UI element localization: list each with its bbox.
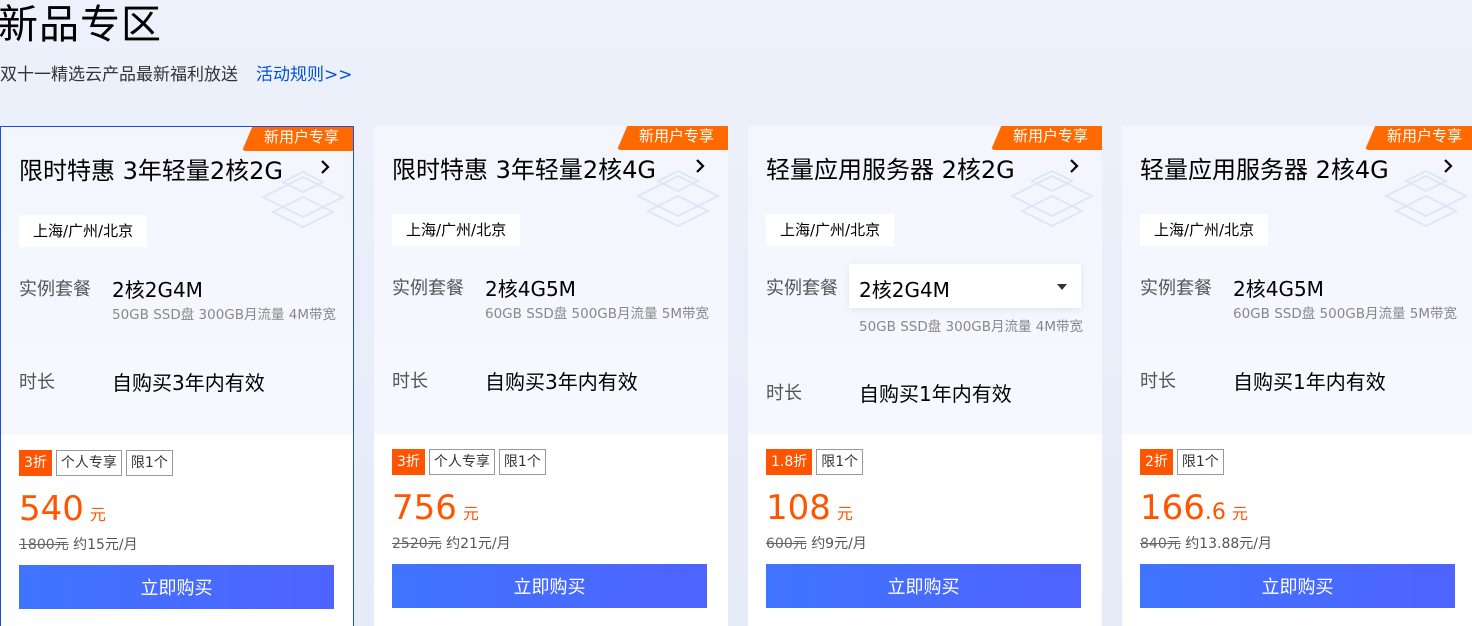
chevron-right-icon[interactable] <box>1066 156 1082 176</box>
monthly-price: 约9元/月 <box>811 536 867 552</box>
card-title[interactable]: 轻量应用服务器 2核2G <box>766 150 1015 185</box>
product-card-3: 新用户专享 轻量应用服务器 2核2G 上海/广州/北京 实例套餐 2核2G4M … <box>748 126 1102 626</box>
original-price: 2520元 <box>392 536 442 552</box>
price-integer: 108 <box>766 488 831 528</box>
original-price: 840元 <box>1140 536 1181 552</box>
product-card-2: 新用户专享 限时特惠 3年轻量2核4G 上海/广州/北京 实例套餐 2核4G5M… <box>374 126 728 626</box>
duration-label: 时长 <box>19 372 55 393</box>
tag-group: 3折 个人专享 限1个 <box>19 450 173 476</box>
duration-label: 时长 <box>1140 371 1176 392</box>
discount-tag: 1.8折 <box>766 449 813 475</box>
limit-tag: 限1个 <box>125 450 173 476</box>
new-user-badge: 新用户专享 <box>241 127 353 151</box>
region-tag: 上海/广州/北京 <box>19 215 148 247</box>
spec-label: 实例套餐 <box>1140 278 1212 299</box>
personal-only-tag: 个人专享 <box>428 449 495 475</box>
subtitle-row: 双十一精选云产品最新福利放送 活动规则>> <box>0 60 353 85</box>
monthly-price: 约15元/月 <box>73 537 138 553</box>
chevron-right-icon[interactable] <box>317 157 333 177</box>
card-title[interactable]: 限时特惠 3年轻量2核2G <box>19 151 283 186</box>
duration-value: 自购买3年内有效 <box>485 370 638 394</box>
discount-tag: 3折 <box>392 449 425 475</box>
buy-now-button[interactable]: 立即购买 <box>392 564 707 608</box>
spec-description: 50GB SSD盘 300GB月流量 4M带宽 <box>859 319 1084 335</box>
price-integer: 166 <box>1140 488 1205 528</box>
spec-description: 50GB SSD盘 300GB月流量 4M带宽 <box>112 307 337 323</box>
spec-description: 60GB SSD盘 500GB月流量 5M带宽 <box>485 306 710 322</box>
duration-label: 时长 <box>392 371 428 392</box>
tag-group: 1.8折 限1个 <box>766 449 864 475</box>
price: 756 元 <box>392 488 479 528</box>
card-title[interactable]: 轻量应用服务器 2核4G <box>1140 150 1389 185</box>
product-card-4: 新用户专享 轻量应用服务器 2核4G 上海/广州/北京 实例套餐 2核4G5M … <box>1122 126 1472 626</box>
package-select-value: 2核2G4M <box>859 278 950 302</box>
original-price: 1800元 <box>19 537 69 553</box>
buy-now-button[interactable]: 立即购买 <box>766 564 1081 608</box>
duration-value: 自购买3年内有效 <box>112 371 265 395</box>
new-user-badge: 新用户专享 <box>990 126 1102 150</box>
price-unit: 元 <box>89 505 106 524</box>
discount-tag: 2折 <box>1140 449 1173 475</box>
spec-label: 实例套餐 <box>19 279 91 300</box>
price-unit: 元 <box>462 504 479 523</box>
monthly-price: 约13.88元/月 <box>1185 536 1272 552</box>
page-title: 新品专区 <box>0 2 162 48</box>
package-select[interactable]: 2核2G4M <box>849 264 1081 308</box>
spec-label: 实例套餐 <box>766 278 838 299</box>
region-tag: 上海/广州/北京 <box>1140 214 1269 246</box>
limit-tag: 限1个 <box>498 449 546 475</box>
spec-label: 实例套餐 <box>392 278 464 299</box>
spec-value: 2核2G4M <box>112 278 203 302</box>
discount-tag: 3折 <box>19 450 52 476</box>
tag-group: 2折 限1个 <box>1140 449 1224 475</box>
spec-value: 2核4G5M <box>485 277 576 301</box>
price-unit: 元 <box>836 504 853 523</box>
price-decimal: .6 <box>1204 500 1226 525</box>
tag-group: 3折 个人专享 限1个 <box>392 449 546 475</box>
price: 108 元 <box>766 488 853 528</box>
chevron-right-icon[interactable] <box>1440 156 1456 176</box>
page-subtitle: 双十一精选云产品最新福利放送 <box>0 64 238 85</box>
new-user-badge: 新用户专享 <box>1364 126 1472 150</box>
original-price-row: 600元 约9元/月 <box>766 533 867 553</box>
region-tag: 上海/广州/北京 <box>392 214 521 246</box>
price: 166.6 元 <box>1140 488 1248 528</box>
new-user-badge: 新用户专享 <box>616 126 728 150</box>
card-title[interactable]: 限时特惠 3年轻量2核4G <box>392 150 656 185</box>
original-price-row: 840元 约13.88元/月 <box>1140 533 1272 553</box>
price-integer: 540 <box>19 489 84 529</box>
chevron-right-icon[interactable] <box>692 156 708 176</box>
product-card-1: 新用户专享 限时特惠 3年轻量2核2G 上海/广州/北京 实例套餐 2核2G4M… <box>0 126 354 626</box>
duration-value: 自购买1年内有效 <box>1233 370 1386 394</box>
spec-description: 60GB SSD盘 500GB月流量 5M带宽 <box>1233 306 1458 322</box>
buy-now-button[interactable]: 立即购买 <box>19 565 334 609</box>
buy-now-button[interactable]: 立即购买 <box>1140 564 1455 608</box>
duration-label: 时长 <box>766 383 802 404</box>
original-price-row: 1800元 约15元/月 <box>19 534 138 554</box>
limit-tag: 限1个 <box>816 449 864 475</box>
personal-only-tag: 个人专享 <box>55 450 122 476</box>
duration-value: 自购买1年内有效 <box>859 382 1012 406</box>
caret-down-icon <box>1057 284 1067 290</box>
monthly-price: 约21元/月 <box>446 536 511 552</box>
limit-tag: 限1个 <box>1176 449 1224 475</box>
region-tag: 上海/广州/北京 <box>766 214 895 246</box>
spec-value: 2核4G5M <box>1233 277 1324 301</box>
price: 540 元 <box>19 489 106 529</box>
price-unit: 元 <box>1231 504 1248 523</box>
original-price: 600元 <box>766 536 807 552</box>
original-price-row: 2520元 约21元/月 <box>392 533 511 553</box>
activity-rules-link[interactable]: 活动规则>> <box>256 60 353 85</box>
price-integer: 756 <box>392 488 457 528</box>
